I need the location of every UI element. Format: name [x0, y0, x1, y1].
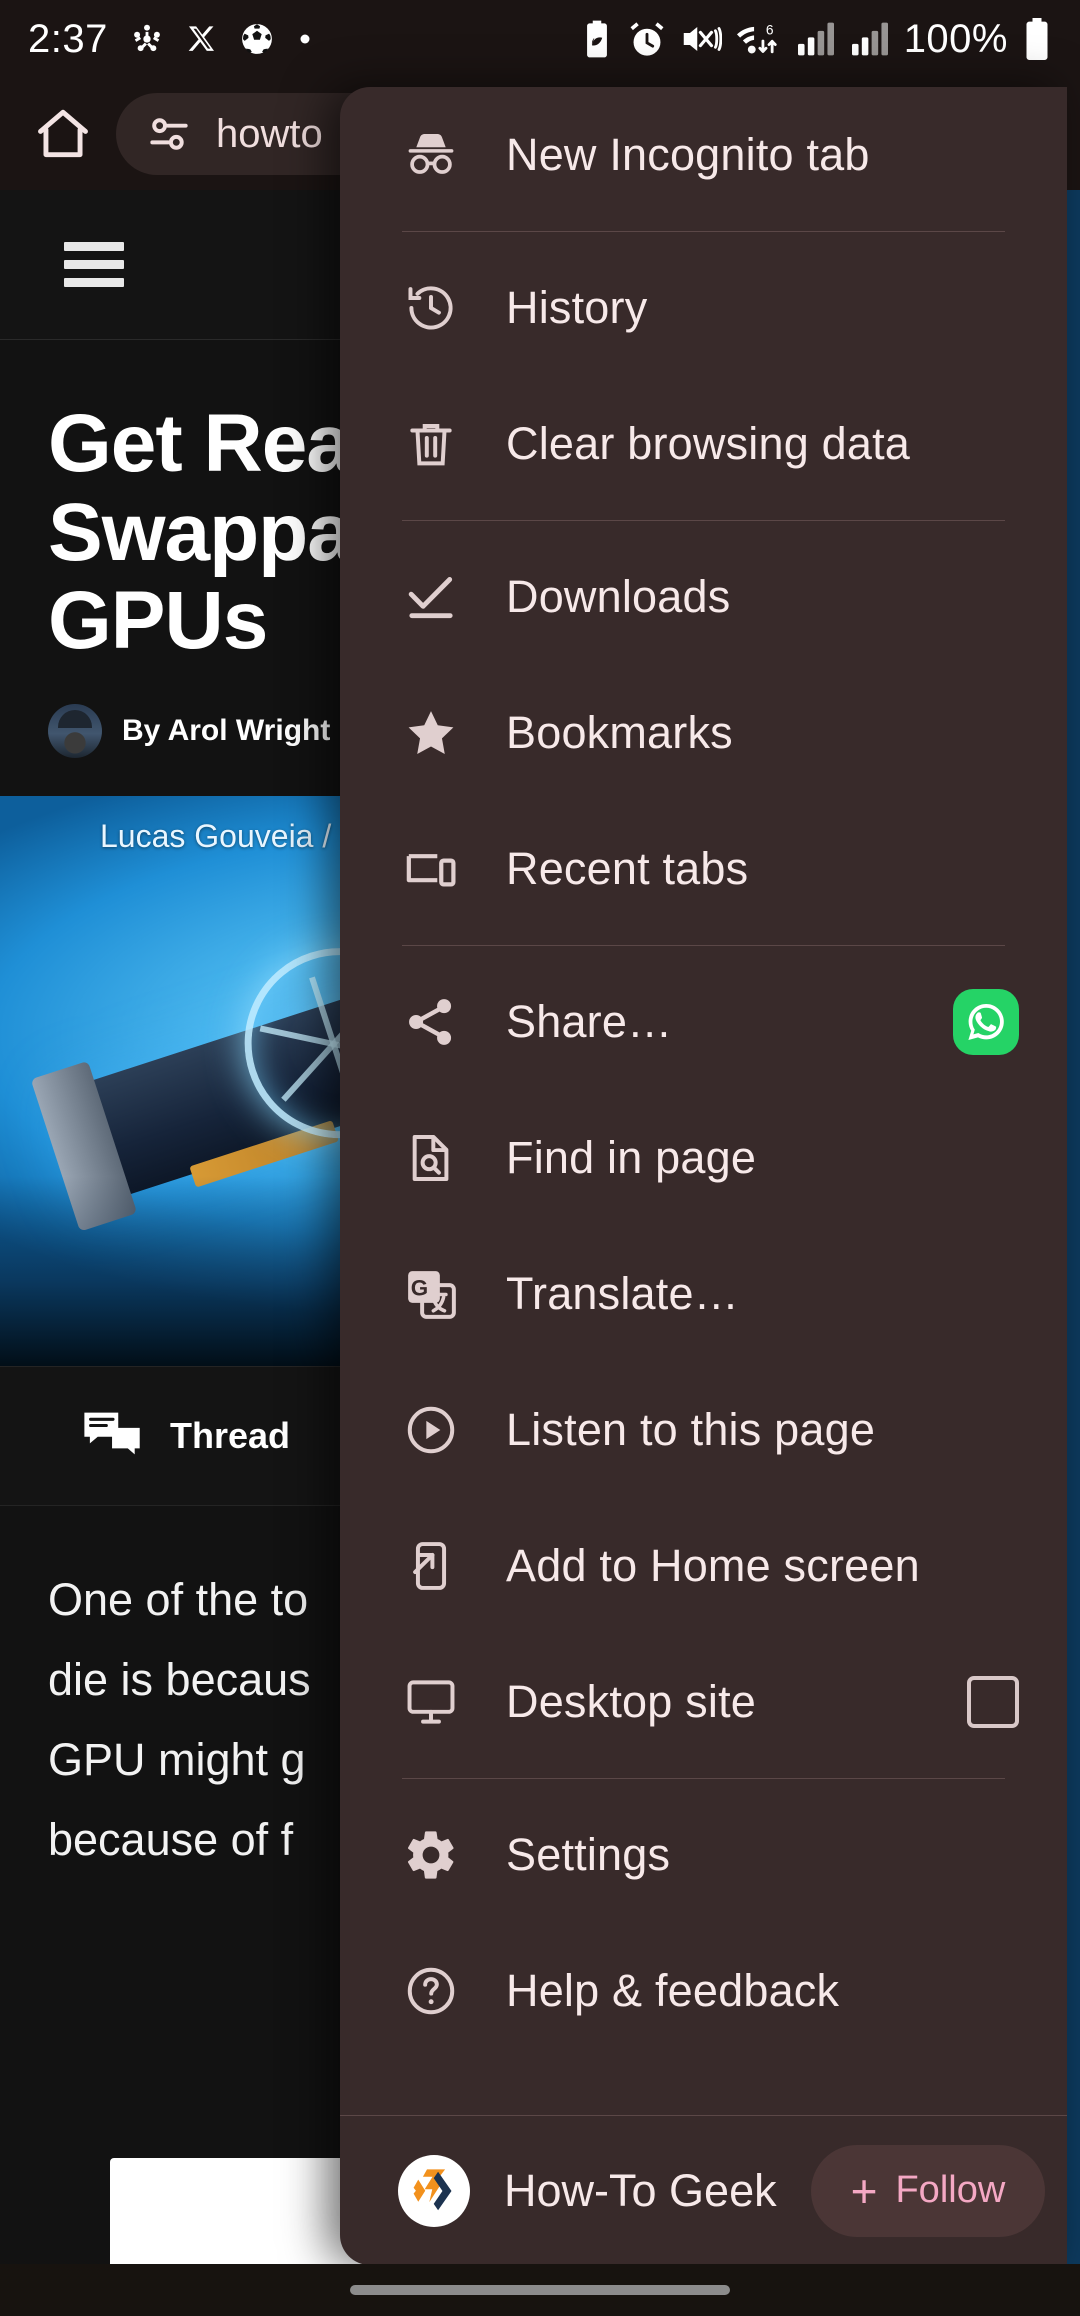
menu-item-recent-tabs[interactable]: Recent tabs [340, 801, 1067, 937]
menu-item-listen-to-this-page[interactable]: Listen to this page [340, 1362, 1067, 1498]
how-to-geek-logo-icon [398, 2154, 470, 2227]
hero-image-credit: Lucas Gouveia / [100, 817, 332, 854]
gear-icon [402, 1826, 460, 1884]
menu-item-label: Share… [506, 996, 673, 1047]
system-navigation-bar [0, 2264, 1080, 2316]
battery-saver-icon [586, 20, 607, 58]
menu-item-label: Settings [506, 1829, 671, 1880]
play-circle-icon [402, 1401, 460, 1459]
home-button[interactable] [24, 95, 102, 173]
menu-divider [402, 520, 1005, 521]
menu-item-label: Desktop site [506, 1676, 757, 1727]
url-text: howto [216, 111, 323, 156]
menu-divider [402, 945, 1005, 946]
download-check-icon [402, 568, 460, 626]
alarm-icon [630, 22, 664, 56]
menu-item-clear-browsing-data[interactable]: Clear browsing data [340, 376, 1067, 512]
page-right-edge [1067, 190, 1080, 2316]
follow-button-label: Follow [895, 2169, 1006, 2211]
wifi-6-icon: 6 [736, 23, 777, 54]
menu-item-settings[interactable]: Settings [340, 1787, 1067, 1923]
recent-tabs-icon [402, 840, 460, 898]
desktop-monitor-icon [402, 1673, 460, 1731]
battery-percentage: 100% [903, 16, 1008, 61]
football-icon [241, 24, 272, 54]
byline-author[interactable]: By Arol Wright [122, 714, 330, 748]
help-circle-icon [402, 1962, 460, 2020]
share-target-trailing[interactable] [953, 989, 1019, 1055]
mute-vibrate-icon [683, 27, 722, 51]
status-bar-left: 2:37 [28, 17, 314, 62]
menu-item-translate[interactable]: G Translate… [340, 1226, 1067, 1362]
trash-icon [402, 415, 460, 473]
signal-sim1-icon [797, 22, 834, 56]
svg-text:G: G [411, 1275, 428, 1300]
add-to-home-screen-icon [402, 1537, 460, 1595]
menu-item-share[interactable]: Share… [340, 954, 1067, 1090]
menu-item-label: Help & feedback [506, 1965, 840, 2016]
menu-site-name: How-To Geek [504, 2164, 777, 2216]
google-translate-icon: G [402, 1265, 460, 1323]
status-bar: 2:37 6 100% [0, 0, 1080, 78]
status-bar-clock: 2:37 [28, 16, 108, 61]
hamburger-menu-icon[interactable] [64, 233, 124, 296]
menu-item-label: Bookmarks [506, 707, 733, 758]
plus-icon: + [850, 2164, 878, 2217]
menu-item-find-in-page[interactable]: Find in page [340, 1090, 1067, 1226]
menu-item-label: Downloads [506, 571, 731, 622]
phone-screen: 2:37 6 100% howto Get Rea Swappa GPUs By… [0, 0, 1080, 2316]
dot-icon [300, 34, 310, 44]
menu-item-label: Listen to this page [506, 1404, 876, 1455]
menu-item-label: Add to Home screen [506, 1540, 920, 1591]
avatar [48, 703, 102, 758]
menu-item-new-incognito-tab[interactable]: New Incognito tab [340, 87, 1067, 223]
menu-footer-site-row: How-To Geek + Follow [340, 2115, 1067, 2265]
bluetooth-share-icon [133, 24, 160, 52]
find-in-page-icon [402, 1129, 460, 1187]
desktop-site-trailing[interactable] [967, 1676, 1019, 1728]
menu-item-label: Find in page [506, 1132, 757, 1183]
menu-item-bookmarks[interactable]: Bookmarks [340, 665, 1067, 801]
menu-item-history[interactable]: History [340, 240, 1067, 376]
menu-item-label: Translate… [506, 1268, 739, 1319]
menu-item-label: History [506, 282, 648, 333]
follow-button[interactable]: + Follow [810, 2144, 1046, 2237]
desktop-site-checkbox[interactable] [967, 1676, 1019, 1728]
svg-text:6: 6 [766, 23, 774, 38]
menu-item-label: New Incognito tab [506, 129, 870, 180]
home-icon [38, 109, 88, 158]
menu-item-downloads[interactable]: Downloads [340, 529, 1067, 665]
menu-divider [402, 1778, 1005, 1779]
menu-divider [402, 231, 1005, 232]
site-settings-tune-icon[interactable] [144, 109, 194, 159]
menu-item-add-to-home-screen[interactable]: Add to Home screen [340, 1498, 1067, 1634]
thread-label: Thread [170, 1414, 291, 1456]
share-icon [402, 993, 460, 1051]
signal-sim2-icon [851, 22, 888, 56]
whatsapp-icon[interactable] [953, 989, 1019, 1055]
browser-overflow-menu: New Incognito tab History Clear browsing… [340, 87, 1067, 2265]
menu-item-desktop-site[interactable]: Desktop site [340, 1634, 1067, 1770]
comment-thread-icon [84, 1412, 140, 1455]
menu-item-label: Recent tabs [506, 843, 749, 894]
star-icon [402, 704, 460, 762]
x-twitter-icon [188, 26, 214, 51]
status-bar-right: 6 100% [580, 17, 1052, 62]
menu-item-label: Clear browsing data [506, 418, 911, 469]
incognito-icon [402, 126, 460, 184]
menu-items-list: New Incognito tab History Clear browsing… [340, 87, 1067, 2115]
battery-full-icon [1026, 18, 1048, 60]
menu-item-help-and-feedback[interactable]: Help & feedback [340, 1923, 1067, 2059]
history-icon [402, 279, 460, 337]
gesture-pill[interactable] [350, 2285, 730, 2295]
